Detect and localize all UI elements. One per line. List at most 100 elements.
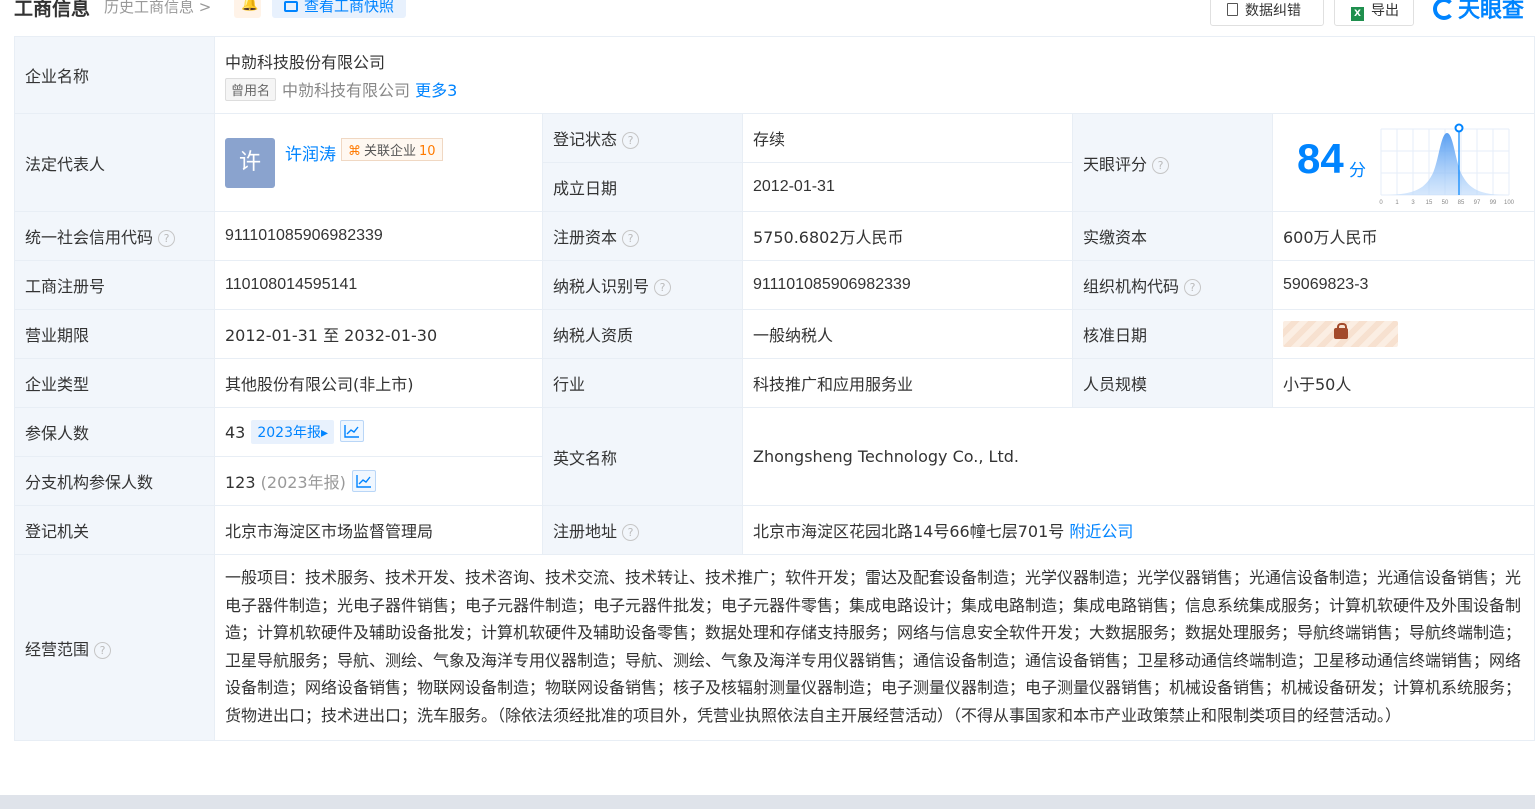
reg-status-label: 登记状态? (542, 113, 743, 163)
found-date-value: 2012-01-31 (742, 162, 1073, 212)
approve-date-cell (1271, 309, 1535, 359)
chart-tick-label: 50 (1442, 200, 1449, 206)
staff-label: 人员规模 (1072, 358, 1273, 408)
insured-cell: 43 2023年报▸ (214, 407, 543, 457)
found-date-label: 成立日期 (542, 162, 743, 212)
chart-tick-label: 100 (1504, 200, 1515, 206)
bottom-strip (0, 795, 1535, 809)
score-marker-dot (1454, 123, 1464, 132)
row-insured: 参保人数 43 2023年报▸ 英文名称 Zhongsheng Technolog… (14, 407, 1535, 506)
chart-tick-label: 15 (1426, 200, 1433, 206)
avatar: 许 (225, 137, 275, 188)
english-name-value: Zhongsheng Technology Co., Ltd. (741, 407, 1535, 506)
more-aliases-link[interactable]: 更多3 (415, 81, 457, 100)
section-title: 工商信息 (14, 0, 91, 20)
chart-tick-label: 3 (1411, 200, 1415, 206)
address-label: 注册地址? (542, 505, 743, 555)
english-name-label: 英文名称 (542, 407, 743, 506)
score-unit: 分 (1349, 160, 1366, 181)
locked-value[interactable] (1283, 321, 1398, 347)
help-icon[interactable]: ? (158, 230, 176, 247)
authority-label: 登记机关 (14, 505, 215, 555)
legal-rep-link[interactable]: 许润涛 (285, 140, 336, 165)
company-name-label: 企业名称 (14, 36, 215, 114)
org-code-label: 组织机构代码? (1072, 260, 1273, 310)
staff-value: 小于50人 (1271, 358, 1535, 408)
org-code-value: 59069823-3 (1271, 260, 1535, 310)
alias-name: 中勍科技有限公司 (282, 81, 411, 100)
history-link[interactable]: 历史工商信息 > (104, 0, 211, 17)
score-distribution-chart: 0 1 3 15 50 85 97 99 100 (1379, 123, 1515, 206)
branch-insured-cell: 123 (2023年报) (214, 456, 543, 506)
alias-tag: 曾用名 (225, 78, 277, 101)
row-legal: 法定代表人 许 许润涛 ⌘ 关联企业 10 登记状态? 存续 天眼评分? 84 分 (14, 113, 1535, 212)
type-label: 企业类型 (14, 358, 215, 408)
score-label: 天眼评分? (1072, 113, 1273, 212)
help-icon[interactable]: ? (654, 279, 672, 296)
score-value: 84 (1297, 134, 1344, 182)
row-term: 营业期限 2012-01-31 至 2032-01-30 纳税人资质 一般纳税人… (14, 309, 1535, 359)
help-icon[interactable]: ? (94, 641, 112, 659)
credit-code-label: 统一社会信用代码? (14, 211, 215, 261)
brand-icon (1433, 0, 1455, 20)
trend-chart-icon[interactable] (351, 470, 376, 492)
scope-value: 一般项目：技术服务、技术开发、技术咨询、技术交流、技术转让、技术推广；软件开发；… (213, 554, 1535, 741)
authority-value: 北京市海淀区市场监督管理局 (214, 505, 543, 555)
reg-no-value: 110108014595141 (214, 260, 543, 310)
help-icon[interactable]: ? (1184, 279, 1202, 296)
branch-insured-value: 123 (225, 473, 256, 492)
excel-icon: X (1351, 7, 1364, 21)
row-scope: 经营范围? 一般项目：技术服务、技术开发、技术咨询、技术交流、技术转让、技术推广… (14, 554, 1535, 741)
chart-tick-label: 0 (1379, 200, 1383, 206)
network-icon: ⌘ (348, 143, 361, 159)
help-icon[interactable]: ? (622, 132, 640, 149)
chart-tick-label: 85 (1458, 200, 1465, 206)
reg-no-label: 工商注册号 (14, 260, 215, 310)
type-value: 其他股份有限公司(非上市) (214, 358, 543, 408)
trend-chart-icon[interactable] (340, 420, 365, 442)
taxpayer-qual-value: 一般纳税人 (742, 309, 1073, 359)
row-credit: 统一社会信用代码? 911101085906982339 注册资本? 5750.… (14, 211, 1535, 261)
term-value: 2012-01-31 至 2032-01-30 (214, 309, 543, 359)
industry-value: 科技推广和应用服务业 (742, 358, 1073, 408)
chart-ticks: 0 1 3 15 50 85 97 99 100 (1379, 200, 1514, 206)
data-correction-button[interactable]: 数据纠错 (1210, 0, 1324, 26)
help-icon[interactable]: ? (622, 230, 640, 247)
taxpayer-qual-label: 纳税人资质 (542, 309, 743, 359)
export-button[interactable]: X 导出 (1334, 0, 1414, 26)
legal-label: 法定代表人 (14, 113, 215, 212)
company-name-cell: 中勍科技股份有限公司 曾用名 中勍科技有限公司 更多3 (213, 36, 1535, 114)
lock-icon (1334, 323, 1348, 339)
alert-button[interactable]: 🔔 (234, 0, 261, 18)
term-label: 营业期限 (14, 309, 215, 359)
reg-status-value: 存续 (742, 113, 1073, 163)
reg-capital-value: 5750.6802万人民币 (742, 211, 1073, 261)
nearby-companies-link[interactable]: 附近公司 (1069, 522, 1133, 541)
chart-tick-label: 99 (1490, 200, 1497, 206)
insured-label: 参保人数 (14, 407, 215, 457)
snapshot-button[interactable]: 查看工商快照 (272, 0, 406, 18)
brand-logo: 天眼查 (1433, 0, 1524, 24)
distribution-area (1381, 132, 1509, 195)
taxpayer-id-label: 纳税人识别号? (542, 260, 743, 310)
paid-capital-label: 实缴资本 (1072, 211, 1273, 261)
branch-insured-year: (2023年报) (260, 473, 346, 492)
help-icon[interactable]: ? (622, 524, 640, 541)
scope-label: 经营范围? (14, 554, 215, 741)
score-cell: 84 分 0 1 3 15 50 85 97 99 100 (1271, 113, 1535, 212)
top-bar: 工商信息 历史工商信息 > 🔔 查看工商快照 数据纠错 X 导出 天眼查 (0, 0, 1535, 36)
row-company-name: 企业名称 中勍科技股份有限公司 曾用名 中勍科技有限公司 更多3 (14, 36, 1535, 114)
help-icon[interactable]: ? (1152, 156, 1170, 174)
row-reg-no: 工商注册号 110108014595141 纳税人识别号? 9111010859… (14, 260, 1535, 310)
bell-icon: 🔔 (241, 0, 259, 12)
insured-value: 43 (225, 423, 246, 442)
legal-cell: 许 许润涛 ⌘ 关联企业 10 (214, 113, 543, 212)
document-icon (1227, 3, 1238, 16)
industry-label: 行业 (542, 358, 743, 408)
related-companies-badge[interactable]: ⌘ 关联企业 10 (341, 137, 443, 161)
insured-year-tag[interactable]: 2023年报▸ (251, 420, 335, 444)
approve-date-label: 核准日期 (1072, 309, 1273, 359)
credit-code-value: 911101085906982339 (214, 211, 543, 261)
taxpayer-id-value: 911101085906982339 (742, 260, 1073, 310)
address-cell: 北京市海淀区花园北路14号66幢七层701号 附近公司 (741, 505, 1535, 555)
